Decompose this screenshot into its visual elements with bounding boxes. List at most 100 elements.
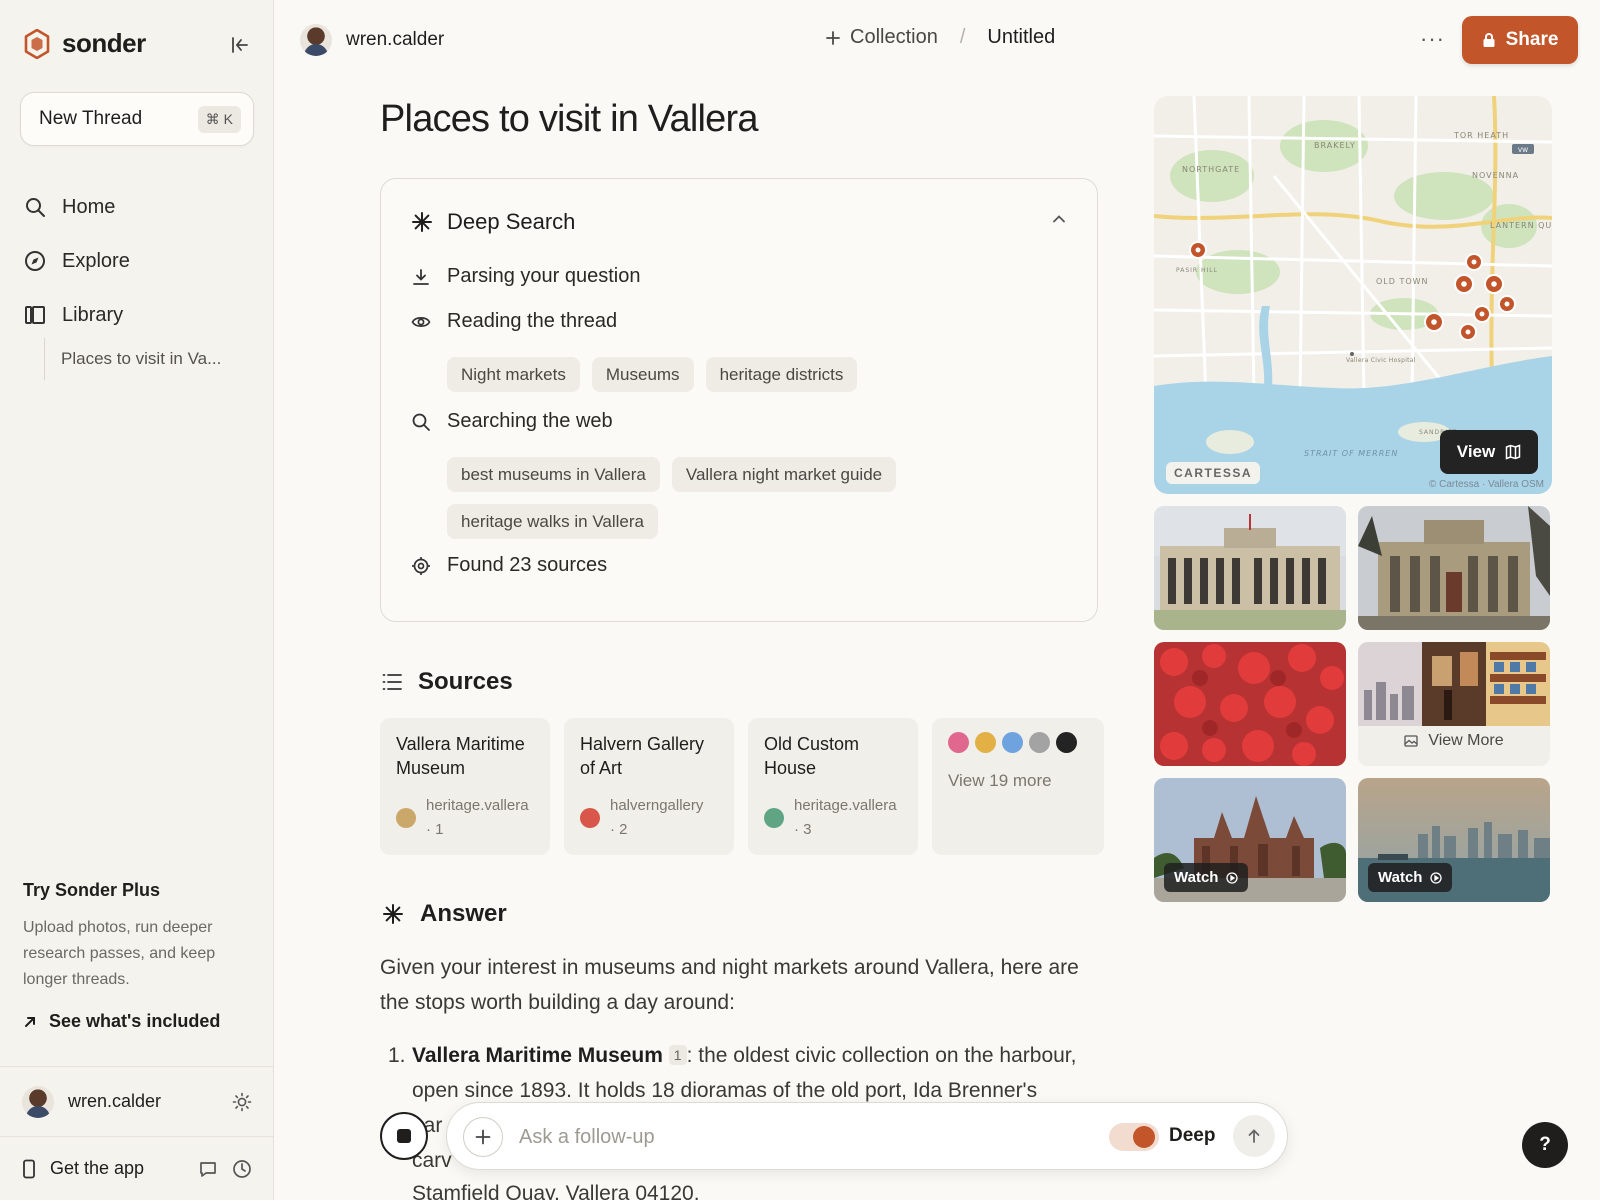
settings-chip-icon: [412, 556, 430, 575]
toggle-knob: [1133, 1126, 1155, 1148]
source-favicon: [396, 808, 416, 828]
citation-badge[interactable]: 1: [668, 1045, 687, 1065]
step-label: Found 23 sources: [447, 554, 608, 576]
avatar: [22, 1085, 54, 1118]
step-reading: Reading the thread: [411, 310, 617, 333]
thread-name[interactable]: Untitled: [987, 26, 1055, 49]
source-favicon-stack: [948, 732, 1088, 753]
deep-mode-toggle[interactable]: [1109, 1123, 1159, 1151]
breadcrumb-separator: /: [959, 26, 966, 48]
watch-label: Watch: [1378, 869, 1423, 886]
brand[interactable]: sonder: [24, 28, 146, 59]
image-thumbnail[interactable]: [1154, 506, 1346, 630]
sidebar-item-home[interactable]: Home: [24, 180, 254, 234]
lanterns-photo: [1154, 642, 1346, 766]
video-thumbnail[interactable]: Watch: [1154, 778, 1346, 902]
recent-thread-item[interactable]: Places to visit in Va...: [44, 338, 254, 380]
composer: Deep: [446, 1102, 1288, 1170]
map-label: TOR HEATH: [1453, 131, 1509, 140]
topic-chip[interactable]: Museums: [591, 357, 694, 392]
source-domain: halverngallery: [610, 797, 704, 814]
map-icon: [1505, 444, 1521, 460]
promo-link[interactable]: See what's included: [23, 1011, 253, 1032]
sidebar-item-explore[interactable]: Explore: [24, 234, 254, 288]
sources-heading: Sources: [382, 668, 513, 696]
source-favicon: [975, 732, 996, 753]
source-domain-block: halverngallery · 2: [610, 797, 704, 838]
sources-title: Sources: [418, 668, 513, 695]
promo-title: Try Sonder Plus: [23, 880, 161, 900]
view-map-button[interactable]: View: [1440, 430, 1538, 474]
step-found: Found 23 sources: [411, 554, 607, 577]
image-icon: [1404, 735, 1418, 747]
image-strip: [1358, 642, 1550, 726]
topic-chip[interactable]: Night markets: [447, 357, 580, 392]
view-more-sources-card[interactable]: View 19 more: [932, 718, 1104, 855]
view-more-images-button[interactable]: View More: [1358, 732, 1550, 750]
send-button[interactable]: [1233, 1115, 1275, 1157]
query-chip[interactable]: best museums in Vallera: [447, 457, 660, 492]
share-button[interactable]: Share: [1462, 16, 1578, 64]
answer-heading: Answer: [382, 900, 507, 928]
deep-search-panel: Deep Search Parsing your question Readin…: [380, 178, 1098, 622]
new-thread-button[interactable]: New Thread ⌘ K: [20, 92, 254, 146]
chat-icon[interactable]: [198, 1159, 218, 1179]
sidebar: sonder New Thread ⌘ K Home Explore Libra…: [0, 0, 274, 1200]
map-label: BRAKELY: [1314, 141, 1356, 150]
source-meta: heritage.vallera · 3: [764, 794, 897, 842]
source-favicon: [1029, 732, 1050, 753]
source-favicon: [764, 808, 784, 828]
watch-button[interactable]: Watch: [1368, 863, 1453, 892]
add-to-collection-button[interactable]: Collection: [850, 26, 938, 49]
source-card[interactable]: Vallera Maritime Museum heritage.vallera…: [380, 718, 550, 855]
deep-mode-label: Deep: [1169, 1125, 1216, 1146]
history-icon[interactable]: [232, 1159, 252, 1179]
sidebar-item-library[interactable]: Library: [24, 288, 254, 342]
map-label: NORTHGATE: [1182, 165, 1240, 174]
help-button[interactable]: ?: [1522, 1122, 1568, 1168]
source-card[interactable]: Old Custom House heritage.vallera · 3: [748, 718, 918, 855]
collapse-sidebar-button[interactable]: [228, 33, 252, 57]
source-card[interactable]: Halvern Gallery of Art halverngallery · 2: [564, 718, 734, 855]
query-chip[interactable]: Vallera night market guide: [671, 457, 897, 492]
get-app-link[interactable]: Get the app: [50, 1158, 184, 1179]
arrow-up-icon: [1248, 1129, 1260, 1143]
topic-chip[interactable]: heritage districts: [705, 357, 858, 392]
map-region-tag: CARTESSA: [1166, 462, 1261, 484]
follow-up-input[interactable]: [519, 1117, 1019, 1157]
image-thumbnail[interactable]: [1154, 642, 1346, 766]
topbar-user[interactable]: wren.calder: [300, 24, 444, 56]
collapse-deep-search-button[interactable]: [1051, 211, 1067, 232]
answer-intro: Given your interest in museums and night…: [380, 956, 1079, 1014]
lock-icon: [1483, 33, 1495, 47]
video-thumbnail[interactable]: Watch: [1358, 778, 1550, 902]
query-chips: best museums in Vallera Vallera night ma…: [447, 457, 1067, 539]
deep-search-header[interactable]: Deep Search: [411, 209, 575, 235]
source-favicon: [1002, 732, 1023, 753]
map-label: STRAIT OF MERREN: [1304, 449, 1398, 458]
more-options-button[interactable]: ···: [1420, 26, 1445, 52]
source-index: 1: [435, 821, 444, 838]
query-chip[interactable]: heritage walks in Vallera: [447, 504, 658, 539]
sources-list: Vallera Maritime Museum heritage.vallera…: [380, 718, 1104, 855]
sidebar-footer: Get the app: [0, 1136, 274, 1200]
sidebar-username: wren.calder: [68, 1091, 162, 1111]
step-label: Searching the web: [447, 410, 613, 432]
view-more-images-tile[interactable]: View More: [1358, 642, 1550, 766]
source-index: 3: [803, 821, 812, 838]
sun-icon[interactable]: [232, 1092, 252, 1112]
stop-generation-button[interactable]: [380, 1112, 428, 1160]
attach-button[interactable]: [463, 1117, 503, 1157]
map-preview[interactable]: BRAKELY TOR HEATH NORTHGATE NOVENNA LANT…: [1154, 96, 1552, 494]
source-meta: heritage.vallera · 1: [396, 794, 529, 842]
image-thumbnail[interactable]: [1358, 506, 1550, 630]
sidebar-user[interactable]: wren.calder: [0, 1066, 274, 1136]
deep-search-title: Deep Search: [447, 209, 576, 234]
source-domain: heritage.vallera: [794, 797, 897, 814]
answer-title: Answer: [420, 900, 507, 927]
museum-facade-photo: [1358, 506, 1550, 630]
step-parsing: Parsing your question: [411, 265, 640, 288]
watch-button[interactable]: Watch: [1164, 863, 1249, 892]
source-domain: heritage.vallera: [426, 797, 529, 814]
source-favicon: [580, 808, 600, 828]
